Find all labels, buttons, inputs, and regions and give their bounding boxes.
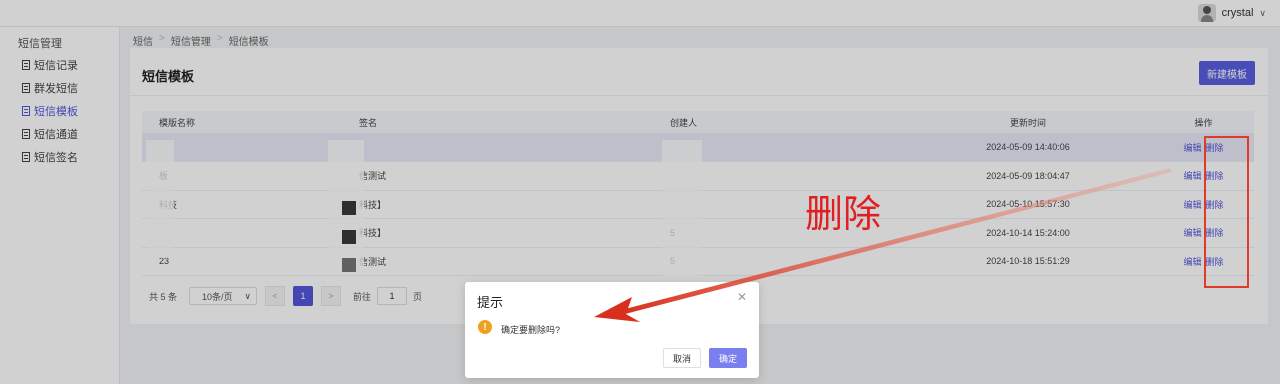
cancel-button[interactable]: 取消: [663, 348, 701, 368]
annotation-text: 删除: [805, 192, 882, 236]
dialog-message: 确定要删除吗?: [501, 325, 561, 335]
dialog-title: 提示: [477, 295, 504, 310]
confirm-dialog: 提示 ✕ ! 确定要删除吗? 取消 确定: [465, 282, 759, 378]
close-icon[interactable]: ✕: [737, 290, 747, 304]
warning-icon: !: [478, 320, 492, 334]
confirm-button[interactable]: 确定: [709, 348, 747, 368]
annotation-highlight-box: [1204, 136, 1249, 288]
